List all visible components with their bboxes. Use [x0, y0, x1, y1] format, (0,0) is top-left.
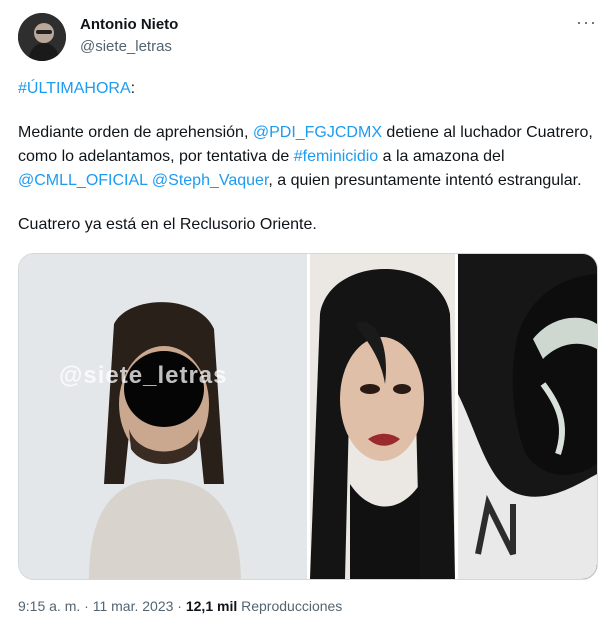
mention-cmll[interactable]: @CMLL_OFICIAL — [18, 172, 147, 189]
tweet-date[interactable]: 11 mar. 2023 — [93, 598, 174, 614]
avatar[interactable] — [18, 13, 66, 61]
mention-pdi[interactable]: @PDI_FGJCDMX — [253, 124, 382, 141]
hashtag-feminicidio[interactable]: #feminicidio — [294, 148, 378, 165]
photo-arrest-image — [19, 254, 307, 579]
media-grid: @siete_letras — [18, 253, 598, 580]
photo-mask-image — [458, 254, 597, 579]
tweet-time[interactable]: 9:15 a. m. — [18, 598, 80, 614]
photo-woman-image — [310, 254, 455, 579]
tweet-text-fragment: a la amazona del — [378, 148, 505, 165]
mention-steph[interactable]: @Steph_Vaquer — [152, 172, 268, 189]
photo-wrestler-woman[interactable] — [310, 254, 455, 579]
more-horizontal-icon[interactable]: ··· — [576, 12, 597, 33]
photo-wrestler-mask[interactable] — [458, 254, 597, 579]
views-label[interactable]: Reproducciones — [237, 598, 342, 614]
tweet-text: #ÚLTIMAHORA: Mediante orden de aprehensi… — [18, 77, 593, 237]
author-name[interactable]: Antonio Nieto — [80, 16, 178, 33]
separator: · — [173, 598, 186, 614]
tweet-paragraph-3: Cuatrero ya está en el Reclusorio Orient… — [18, 216, 317, 233]
views-count[interactable]: 12,1 mil — [186, 598, 237, 614]
tweet-text-fragment: Mediante orden de aprehensión, — [18, 124, 253, 141]
author-handle[interactable]: @siete_letras — [80, 38, 172, 55]
separator: · — [80, 598, 93, 614]
tweet-card: Antonio Nieto @siete_letras ··· #ÚLTIMAH… — [0, 0, 611, 620]
avatar-image — [18, 13, 66, 61]
hashtag-ultimahora[interactable]: #ÚLTIMAHORA — [18, 80, 131, 97]
tweet-meta: 9:15 a. m. · 11 mar. 2023 · 12,1 mil Rep… — [18, 598, 342, 614]
photo-arrest[interactable]: @siete_letras — [19, 254, 307, 579]
tweet-text-fragment: : — [130, 80, 136, 97]
tweet-text-fragment: , a quien presuntamente intentó estrangu… — [268, 172, 582, 189]
tweet-paragraph-1: #ÚLTIMAHORA: — [18, 77, 593, 101]
tweet-paragraph-2: Mediante orden de aprehensión, @PDI_FGJC… — [18, 121, 593, 193]
watermark: @siete_letras — [59, 362, 228, 389]
